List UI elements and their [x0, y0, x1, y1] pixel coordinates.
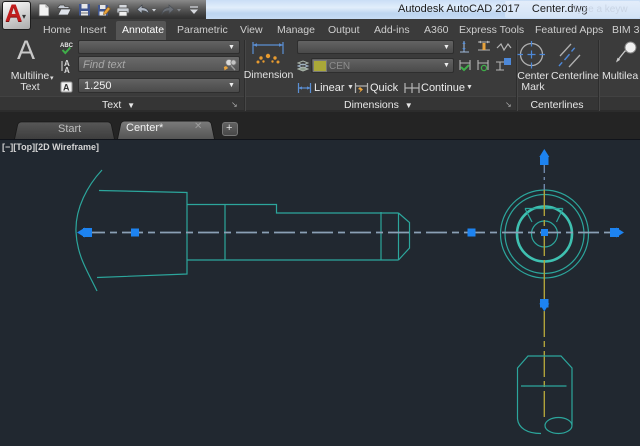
svg-text:A: A: [64, 66, 70, 75]
svg-text:ABC: ABC: [60, 43, 74, 49]
svg-text:A: A: [63, 83, 70, 93]
